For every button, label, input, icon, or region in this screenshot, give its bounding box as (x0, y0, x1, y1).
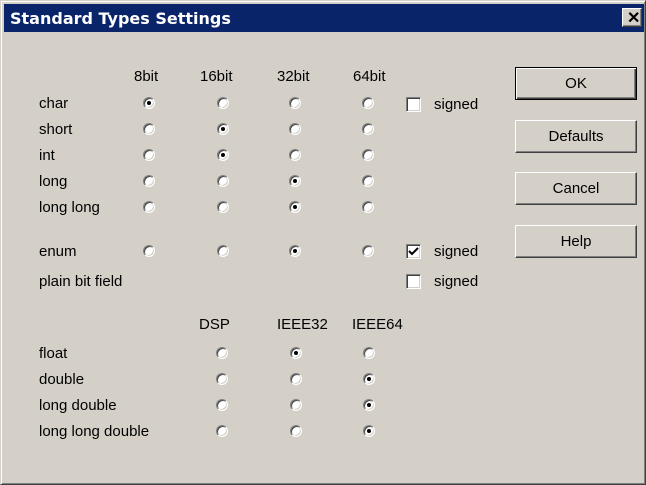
float-radio-double-ieee64[interactable] (363, 373, 375, 385)
row-label-long-double: long double (39, 397, 117, 414)
float-radio-long-long-double-ieee32[interactable] (290, 425, 302, 437)
defaults-button[interactable]: Defaults (515, 120, 637, 153)
char-signed-checkbox[interactable] (406, 97, 421, 112)
row-label-long-long: long long (39, 199, 100, 216)
int-radio-long-64bit[interactable] (362, 175, 374, 187)
plain-bit-field-signed-label: signed (434, 273, 479, 290)
row-label-long: long (39, 173, 68, 190)
ok-button[interactable]: OK (515, 67, 637, 100)
int-radio-char-16bit[interactable] (217, 97, 229, 109)
col-header-64bit: 64bit (353, 68, 386, 85)
float-radio-long-long-double-dsp[interactable] (216, 425, 228, 437)
col-header-ieee32: IEEE32 (277, 316, 328, 333)
plain-bit-field-signed-checkbox[interactable] (406, 274, 421, 289)
checkmark-icon (408, 247, 419, 256)
int-radio-int-32bit[interactable] (289, 149, 301, 161)
float-radio-long-double-ieee64[interactable] (363, 399, 375, 411)
int-radio-long-long-32bit[interactable] (289, 201, 301, 213)
float-radio-double-dsp[interactable] (216, 373, 228, 385)
int-radio-short-8bit[interactable] (143, 123, 155, 135)
col-header-16bit: 16bit (200, 68, 233, 85)
row-label-int: int (39, 147, 55, 164)
col-header-8bit: 8bit (134, 68, 159, 85)
int-radio-enum-32bit[interactable] (289, 245, 301, 257)
close-icon: ✕ (627, 10, 641, 27)
int-radio-long-8bit[interactable] (143, 175, 155, 187)
close-button[interactable]: ✕ (622, 8, 642, 27)
row-label-double: double (39, 371, 85, 388)
float-radio-float-ieee64[interactable] (363, 347, 375, 359)
int-radio-int-8bit[interactable] (143, 149, 155, 161)
int-radio-long-long-16bit[interactable] (217, 201, 229, 213)
float-radio-float-dsp[interactable] (216, 347, 228, 359)
row-label-short: short (39, 121, 73, 138)
enum-signed-checkbox[interactable] (406, 244, 421, 259)
row-label-enum: enum (39, 243, 77, 260)
int-radio-int-16bit[interactable] (217, 149, 229, 161)
int-radio-long-long-64bit[interactable] (362, 201, 374, 213)
int-radio-char-8bit[interactable] (143, 97, 155, 109)
int-radio-char-32bit[interactable] (289, 97, 301, 109)
int-radio-long-16bit[interactable] (217, 175, 229, 187)
row-label-char: char (39, 95, 69, 112)
int-radio-short-64bit[interactable] (362, 123, 374, 135)
float-radio-long-double-ieee32[interactable] (290, 399, 302, 411)
int-radio-short-32bit[interactable] (289, 123, 301, 135)
char-signed-label: signed (434, 96, 479, 113)
row-label-long-long-double: long long double (39, 423, 150, 440)
int-radio-int-64bit[interactable] (362, 149, 374, 161)
int-radio-long-long-8bit[interactable] (143, 201, 155, 213)
col-header-ieee64: IEEE64 (352, 316, 403, 333)
int-radio-short-16bit[interactable] (217, 123, 229, 135)
int-radio-enum-8bit[interactable] (143, 245, 155, 257)
title-bar: Standard Types Settings ✕ (4, 4, 644, 32)
int-radio-enum-64bit[interactable] (362, 245, 374, 257)
row-label-float: float (39, 345, 68, 362)
enum-signed-label: signed (434, 243, 479, 260)
float-radio-long-long-double-ieee64[interactable] (363, 425, 375, 437)
float-radio-long-double-dsp[interactable] (216, 399, 228, 411)
window-title: Standard Types Settings (10, 9, 231, 28)
col-header-32bit: 32bit (277, 68, 310, 85)
col-header-dsp: DSP (199, 316, 230, 333)
float-radio-float-ieee32[interactable] (290, 347, 302, 359)
row-label-plain-bit-field: plain bit field (39, 273, 123, 290)
cancel-button[interactable]: Cancel (515, 172, 637, 205)
standard-types-dialog: Standard Types Settings ✕ 8bit 16bit 32b… (0, 0, 646, 485)
int-radio-long-32bit[interactable] (289, 175, 301, 187)
float-radio-double-ieee32[interactable] (290, 373, 302, 385)
int-radio-enum-16bit[interactable] (217, 245, 229, 257)
int-radio-char-64bit[interactable] (362, 97, 374, 109)
help-button[interactable]: Help (515, 225, 637, 258)
